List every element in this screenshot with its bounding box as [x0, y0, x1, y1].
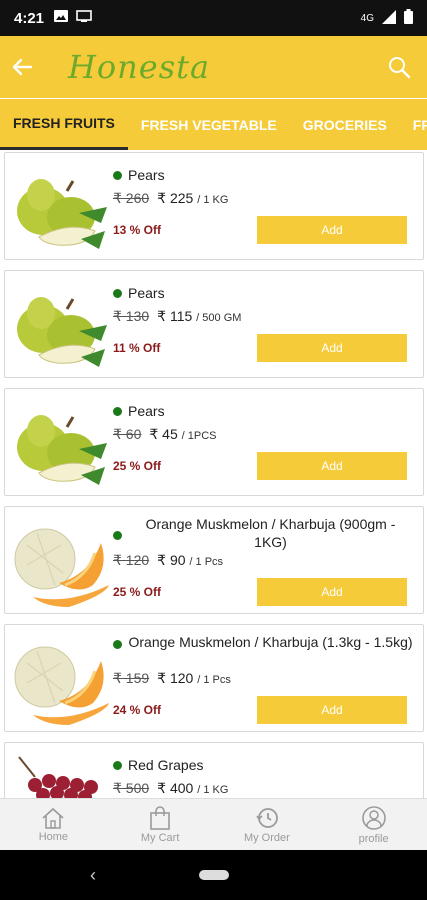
original-price: ₹ 159 — [113, 670, 150, 686]
product-name-text: Red Grapes — [128, 757, 204, 773]
price-unit: / 500 GM — [196, 312, 242, 324]
in-stock-dot — [113, 289, 122, 298]
app-bar: Honesta — [0, 36, 427, 98]
home-icon — [42, 807, 64, 829]
in-stock-dot — [113, 639, 122, 649]
product-name: Pears — [113, 167, 165, 183]
status-time: 4:21 — [14, 9, 45, 27]
back-button[interactable] — [2, 47, 42, 87]
original-price: ₹ 260 — [113, 190, 150, 206]
current-price: ₹ 120 — [157, 670, 194, 686]
nav-profile-label: profile — [358, 832, 389, 845]
product-card[interactable]: Red Grapes₹ 500₹ 400 / 1 KGAdd — [4, 742, 424, 798]
product-list: Pears ₹ 260 ₹ 225 / 1 KG 13 % Off Add Pears ₹ … — [0, 150, 427, 798]
product-name-text: Orange Muskmelon / Kharbuja (1.3kg - 1.5… — [128, 634, 413, 650]
system-back-icon[interactable]: ‹ — [90, 865, 96, 886]
brand-logo: Honesta — [68, 48, 211, 86]
product-name: Red Grapes — [113, 757, 203, 773]
back-arrow-icon — [12, 58, 33, 76]
nav-orders[interactable]: My Order — [214, 799, 321, 850]
product-name-text: Pears — [128, 403, 165, 419]
add-to-cart-button[interactable]: Add — [257, 578, 407, 606]
nav-cart-label: My Cart — [140, 831, 180, 844]
add-to-cart-button[interactable]: Add — [257, 334, 407, 362]
tab-fresh[interactable]: FRESH — [400, 99, 427, 150]
tab-fresh-fruits[interactable]: FRESH FRUITS — [0, 99, 128, 150]
melon-image — [9, 515, 113, 607]
in-stock-dot — [113, 407, 122, 416]
discount-label: 25 % Off — [113, 585, 162, 599]
price-unit: / 1PCS — [181, 430, 217, 442]
product-card[interactable]: Pears ₹ 60 ₹ 45 / 1PCS 25 % Off Add — [4, 388, 424, 496]
current-price: ₹ 225 — [157, 190, 194, 206]
product-name: Pears — [113, 403, 165, 419]
nav-orders-label: My Order — [243, 831, 290, 844]
price-row: ₹ 130 ₹ 115 / 500 GM — [113, 308, 241, 325]
product-name-text: Pears — [128, 285, 165, 301]
discount-label: 13 % Off — [113, 223, 162, 237]
original-price: ₹ 130 — [113, 308, 150, 324]
bottom-navigation: Home My Cart My Order profile — [0, 798, 427, 850]
nav-home-label: Home — [38, 830, 69, 843]
price-row: ₹ 500 ₹ 400 / 1 KG — [113, 780, 228, 797]
original-price: ₹ 500 — [113, 780, 150, 796]
pear-image — [9, 161, 113, 253]
signal-icon — [382, 9, 396, 27]
status-bar: 4:21 4G — [0, 0, 427, 36]
cast-icon — [76, 9, 92, 27]
system-home-pill[interactable] — [199, 870, 229, 880]
image-notification-icon — [54, 9, 69, 27]
product-name: Orange Muskmelon / Kharbuja (1.3kg - 1.5… — [113, 633, 413, 651]
product-card[interactable]: Orange Muskmelon / Kharbuja (900gm - 1KG… — [4, 506, 424, 614]
nav-profile[interactable]: profile — [320, 799, 427, 850]
discount-label: 25 % Off — [113, 459, 162, 473]
product-name: Pears — [113, 285, 165, 301]
add-to-cart-button[interactable]: Add — [257, 216, 407, 244]
price-unit: / 1 KG — [197, 784, 229, 796]
price-row: ₹ 60 ₹ 45 / 1PCS — [113, 426, 217, 443]
pear-image — [9, 279, 113, 371]
system-navigation-bar: ‹ — [0, 850, 427, 900]
battery-icon — [404, 9, 413, 27]
current-price: ₹ 400 — [157, 780, 194, 796]
discount-label: 24 % Off — [113, 703, 162, 717]
discount-label: 11 % Off — [113, 341, 161, 355]
nav-home[interactable]: Home — [0, 799, 107, 850]
melon-image — [9, 633, 113, 725]
network-label: 4G — [360, 12, 374, 24]
in-stock-dot — [113, 530, 122, 540]
add-to-cart-button[interactable]: Add — [257, 452, 407, 480]
grapes-image — [9, 751, 113, 798]
search-icon — [389, 57, 411, 79]
product-name: Orange Muskmelon / Kharbuja (900gm - 1KG… — [113, 515, 413, 551]
nav-cart[interactable]: My Cart — [107, 799, 214, 850]
product-name-text: Orange Muskmelon / Kharbuja (900gm - 1KG… — [145, 516, 396, 550]
in-stock-dot — [113, 171, 122, 180]
price-unit: / 1 KG — [197, 194, 229, 206]
product-card[interactable]: Pears ₹ 260 ₹ 225 / 1 KG 13 % Off Add — [4, 152, 424, 260]
current-price: ₹ 115 — [157, 308, 193, 324]
tab-groceries[interactable]: GROCERIES — [290, 99, 400, 150]
original-price: ₹ 120 — [113, 552, 150, 568]
order-history-icon — [256, 807, 278, 828]
in-stock-dot — [113, 761, 122, 770]
current-price: ₹ 90 — [157, 552, 186, 568]
product-card[interactable]: Pears ₹ 130 ₹ 115 / 500 GM 11 % Off Add — [4, 270, 424, 378]
product-name-text: Pears — [128, 167, 165, 183]
add-to-cart-button[interactable]: Add — [257, 696, 407, 724]
pear-image — [9, 397, 113, 489]
price-unit: / 1 Pcs — [197, 674, 231, 686]
current-price: ₹ 45 — [149, 426, 178, 442]
search-button[interactable] — [383, 51, 415, 83]
price-row: ₹ 120 ₹ 90 / 1 Pcs — [113, 552, 223, 569]
price-row: ₹ 159 ₹ 120 / 1 Pcs — [113, 670, 231, 687]
tab-fresh-vegetable[interactable]: FRESH VEGETABLE — [128, 99, 290, 150]
original-price: ₹ 60 — [113, 426, 142, 442]
product-card[interactable]: Orange Muskmelon / Kharbuja (1.3kg - 1.5… — [4, 624, 424, 732]
profile-icon — [361, 805, 386, 830]
price-row: ₹ 260 ₹ 225 / 1 KG — [113, 190, 228, 207]
cart-icon — [150, 805, 170, 830]
category-tabs: FRESH FRUITSFRESH VEGETABLEGROCERIESFRES… — [0, 98, 427, 150]
price-unit: / 1 Pcs — [189, 556, 224, 568]
